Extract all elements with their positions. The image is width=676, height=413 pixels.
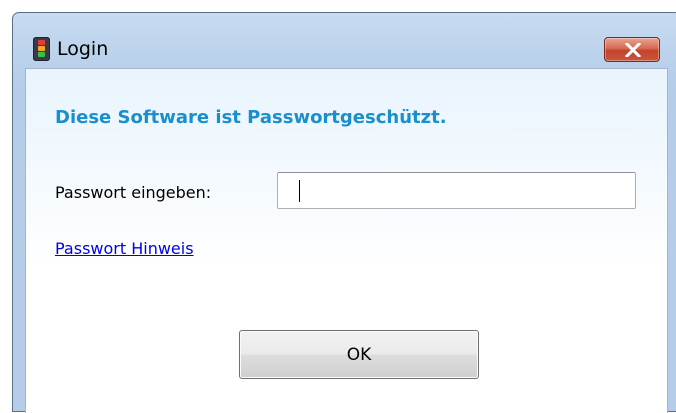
title-bar[interactable]: Login bbox=[13, 13, 676, 68]
dialog-body: Diese Software ist Passwortgeschützt. Pa… bbox=[25, 68, 668, 413]
ok-button[interactable]: OK bbox=[239, 330, 479, 379]
password-hint-link[interactable]: Passwort Hinweis bbox=[55, 239, 194, 258]
text-caret bbox=[299, 180, 300, 202]
app-traffic-light-icon bbox=[33, 37, 50, 61]
window-title: Login bbox=[57, 38, 109, 60]
login-window: Login Diese Software ist Passwortgeschüt… bbox=[12, 12, 676, 413]
password-input[interactable] bbox=[277, 172, 636, 209]
password-label: Passwort eingeben: bbox=[55, 183, 212, 202]
dialog-heading: Diese Software ist Passwortgeschützt. bbox=[55, 107, 447, 128]
close-button[interactable] bbox=[604, 37, 660, 62]
close-x-icon bbox=[625, 43, 641, 57]
